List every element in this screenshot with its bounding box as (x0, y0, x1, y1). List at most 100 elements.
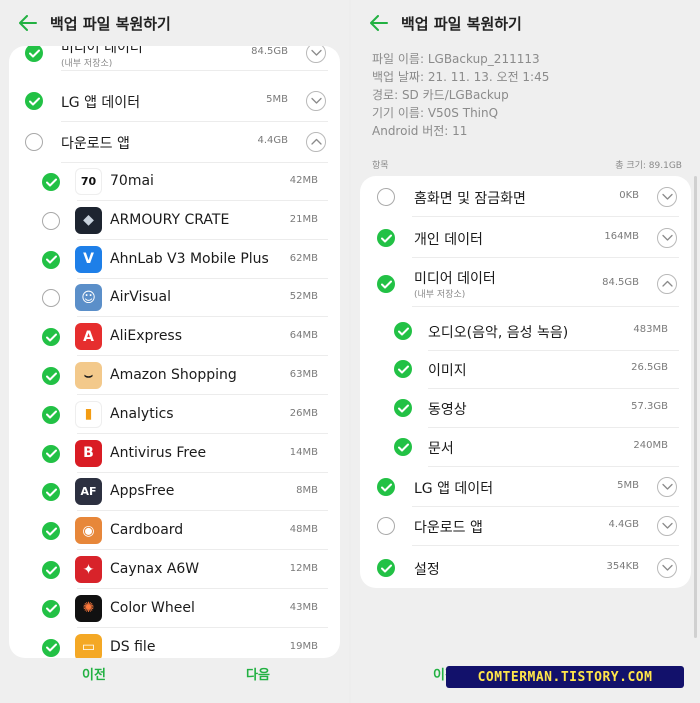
item-label: 오디오(음악, 음성 녹음) (428, 325, 569, 341)
page-title: 백업 파일 복원하기 (401, 14, 522, 33)
checkbox-checked[interactable] (394, 438, 412, 456)
app-size: 19MB (289, 640, 318, 652)
checkbox-checked[interactable] (42, 483, 60, 502)
checkmark-icon (45, 643, 57, 652)
checkbox-checked[interactable] (394, 399, 412, 417)
app-list-item[interactable]: 70 70mai 42MB (9, 163, 340, 201)
antivirus-free-icon: B (75, 439, 102, 467)
checkbox-checked[interactable] (42, 367, 60, 385)
checkbox-unchecked[interactable] (377, 517, 395, 535)
app-size: 42MB (289, 175, 318, 186)
app-size: 52MB (289, 291, 318, 303)
collapse-button[interactable] (306, 132, 326, 152)
item-size: 5MB (266, 94, 288, 105)
chevron-down-icon (661, 522, 673, 529)
checkbox-checked[interactable] (42, 250, 60, 269)
app-list-item[interactable]: ◆ ARMOURY CRATE 21MB (9, 202, 340, 240)
app-list-item[interactable]: A AliExpress 64MB (9, 318, 340, 357)
info-path: 경로: SD 카드/LGBackup (372, 88, 509, 102)
chevron-up-icon (310, 138, 322, 145)
checkmark-icon (45, 488, 57, 497)
chevron-down-icon (310, 49, 322, 56)
checkbox-unchecked[interactable] (377, 188, 395, 206)
color-wheel-icon: ✺ (75, 594, 102, 622)
checkmark-icon (397, 404, 409, 412)
checkbox-unchecked[interactable] (42, 211, 60, 230)
checkbox-checked[interactable] (42, 561, 60, 579)
list-item[interactable]: 미디어 데이터 (내부 저장소) 84.5GB (360, 261, 691, 307)
app-list-item[interactable]: ▮ Analytics 26MB (9, 396, 340, 434)
checkbox-unchecked[interactable] (25, 133, 43, 151)
item-label: 미디어 데이터 (414, 271, 496, 287)
sub-list-item[interactable]: 오디오(음악, 음성 녹음) 483MB (360, 312, 691, 351)
left-header: 백업 파일 복원하기 (0, 0, 349, 46)
sub-list-item[interactable]: 이미지 26.5GB (360, 350, 691, 389)
item-sublabel: (내부 저장소) (61, 59, 113, 69)
checkbox-unchecked[interactable] (42, 289, 60, 308)
checkbox-checked[interactable] (42, 522, 60, 541)
info-android-version: Android 버전: 11 (372, 124, 468, 138)
expand-button[interactable] (657, 516, 677, 536)
checkbox-checked[interactable] (394, 322, 412, 340)
app-list-item[interactable]: V AhnLab V3 Mobile Plus 62MB (9, 241, 340, 279)
app-label: AhnLab V3 Mobile Plus (110, 250, 269, 267)
checkbox-checked[interactable] (42, 173, 60, 191)
analytics-icon: ▮ (75, 400, 102, 428)
checkbox-checked[interactable] (377, 478, 395, 496)
back-button[interactable] (365, 9, 393, 37)
checkbox-checked[interactable] (377, 229, 395, 247)
expand-button[interactable] (657, 228, 677, 248)
chevron-down-icon (661, 193, 673, 200)
app-list-item[interactable]: ▭ DS file 19MB (9, 629, 340, 658)
sub-list-item[interactable]: 문서 240MB (360, 428, 691, 467)
list-item[interactable]: LG 앱 데이터 5MB (360, 468, 691, 507)
checkbox-checked[interactable] (42, 328, 60, 347)
app-list-item[interactable]: B Antivirus Free 14MB (9, 435, 340, 473)
app-list-item[interactable]: ◉ Cardboard 48MB (9, 512, 340, 551)
prev-button[interactable]: 이전 (82, 664, 106, 683)
checkbox-checked[interactable] (394, 360, 412, 378)
checkbox-checked[interactable] (42, 638, 60, 657)
total-size-label: 총 크기: 89.1GB (615, 161, 682, 171)
info-device-name: 기기 이름: V50S ThinQ (372, 106, 499, 120)
list-item[interactable]: 다운로드 앱 4.4GB (9, 122, 340, 163)
divider (412, 215, 679, 217)
list-item[interactable]: 설정 354KB (360, 549, 691, 588)
left-screen: 백업 파일 복원하기 미디어 데이터 (내부 저장소) 84.5GB LG 앱 데이터… (0, 0, 349, 703)
divider (61, 70, 328, 71)
airvisual-icon: ☺ (75, 284, 102, 312)
list-item[interactable]: LG 앱 데이터 5MB (9, 81, 340, 122)
checkbox-checked[interactable] (377, 559, 395, 577)
next-button[interactable]: 다음 (246, 664, 270, 683)
expand-button[interactable] (657, 558, 677, 578)
list-item[interactable]: 홈화면 및 잠금화면 0KB (360, 178, 691, 217)
checkbox-checked[interactable] (25, 92, 43, 110)
checkbox-checked[interactable] (42, 405, 60, 424)
expand-button[interactable] (306, 91, 326, 111)
item-size: 483MB (633, 324, 668, 335)
sub-list-item[interactable]: 동영상 57.3GB (360, 389, 691, 428)
app-list-item[interactable]: AF AppsFree 8MB (9, 473, 340, 512)
right-list-card: 홈화면 및 잠금화면 0KB 개인 데이터 164MB 미디어 데이터 (내부 저장소) 8… (360, 176, 691, 588)
scrollbar[interactable] (694, 176, 697, 638)
expand-button[interactable] (657, 477, 677, 497)
list-item[interactable]: 개인 데이터 164MB (360, 219, 691, 258)
item-size: 5MB (617, 480, 639, 491)
info-file-name: 파일 이름: LGBackup_211113 (372, 52, 540, 66)
back-button[interactable] (14, 9, 42, 37)
app-list-item[interactable]: ✦ Caynax A6W 12MB (9, 551, 340, 589)
checkbox-checked[interactable] (42, 444, 60, 463)
list-item[interactable]: 다운로드 앱 4.4GB (360, 507, 691, 546)
app-list-item[interactable]: ⌣ Amazon Shopping 63MB (9, 357, 340, 395)
checkbox-checked[interactable] (25, 46, 43, 62)
back-arrow-icon (19, 15, 37, 31)
app-list-item[interactable]: ✺ Color Wheel 43MB (9, 590, 340, 628)
collapse-button[interactable] (657, 274, 677, 294)
expand-button[interactable] (306, 46, 326, 63)
checkmark-icon (28, 97, 40, 105)
app-list-item[interactable]: ☺ AirVisual 52MB (9, 279, 340, 318)
checkbox-checked[interactable] (42, 599, 60, 618)
checkbox-checked[interactable] (377, 275, 395, 293)
expand-button[interactable] (657, 187, 677, 207)
list-item[interactable]: 미디어 데이터 (내부 저장소) 84.5GB (9, 46, 340, 71)
